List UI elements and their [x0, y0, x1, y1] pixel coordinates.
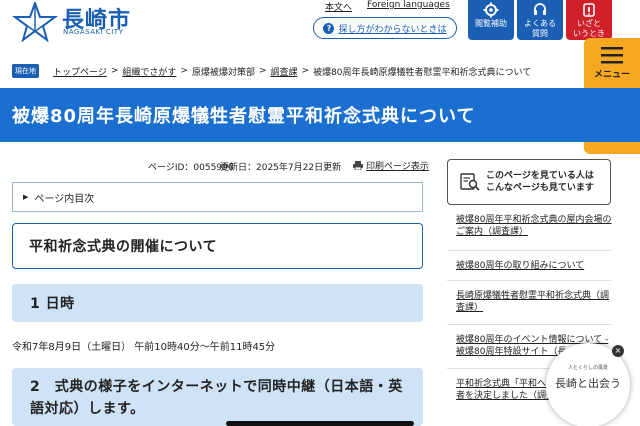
- breadcrumb-separator: >: [258, 66, 267, 76]
- divider: [447, 250, 611, 251]
- banner-big-text: 長崎と出会う: [555, 377, 621, 390]
- breadcrumb: 現在地 トップページ > 組織でさがす > 原爆被爆対策部 > 調査課 > 被爆…: [12, 64, 582, 78]
- menu-tab[interactable]: メニュー: [584, 38, 640, 94]
- print-link[interactable]: 印刷ページ表示: [353, 159, 429, 172]
- divider: [447, 324, 611, 325]
- event-date-text: 令和7年8月9日（土曜日） 午前10時40分～午前11時45分: [12, 342, 276, 353]
- nagasaki-logo-icon[interactable]: [12, 2, 58, 42]
- accessibility-button[interactable]: 閲覧補助: [468, 0, 514, 40]
- emergency-label: いざと いうとき: [573, 19, 605, 38]
- breadcrumb-top[interactable]: トップページ: [53, 65, 107, 78]
- hamburger-icon: [601, 47, 623, 64]
- triangle-right-icon: ▶: [23, 193, 29, 201]
- emergency-button[interactable]: いざと いうとき: [566, 0, 612, 40]
- site-name-en: NAGASAKI CITY: [63, 28, 124, 36]
- related-heading-text: このページを見ている人は こんなページも見ています: [486, 171, 594, 193]
- menu-label: メニュー: [593, 70, 630, 80]
- banner-small-text: 人とくらしの風景: [568, 365, 608, 371]
- headset-icon: [534, 3, 546, 15]
- question-icon: ?: [323, 22, 335, 34]
- related-link[interactable]: 被爆80周年平和祈念式典の屋内会場のご案内（調査課）: [456, 214, 616, 238]
- divider: [447, 280, 611, 281]
- breadcrumb-separator: >: [301, 66, 310, 76]
- accessibility-label: 閲覧補助: [475, 19, 507, 28]
- alert-icon: [583, 3, 595, 17]
- search-help-label: 探し方がわからないときは: [338, 24, 447, 35]
- printer-icon: [353, 161, 363, 170]
- page-toc-toggle[interactable]: ▶ ページ内目次: [12, 182, 423, 212]
- site-header: 長崎市 NAGASAKI CITY 本文へ Foreign languages …: [0, 0, 640, 52]
- section-heading: 平和祈念式典の開催について: [12, 223, 423, 269]
- breadcrumb-separator: >: [110, 66, 119, 76]
- breadcrumb-badge: 現在地: [12, 64, 39, 78]
- related-link[interactable]: 被爆80周年の取り組みについて: [456, 260, 616, 272]
- breadcrumb-current: 被爆80周年長崎原爆犠牲者慰霊平和祈念式典について: [313, 67, 532, 78]
- close-icon[interactable]: ×: [612, 345, 624, 357]
- updated-date: 更新日：2025年7月22日更新: [220, 163, 342, 173]
- breadcrumb-separator: >: [180, 66, 188, 76]
- home-indicator[interactable]: [226, 421, 414, 426]
- search-help-button[interactable]: ? 探し方がわからないときは: [313, 17, 457, 39]
- breadcrumb-department: 原爆被爆対策部: [191, 67, 255, 78]
- page-title: 被爆80周年長崎原爆犠牲者慰霊平和祈念式典について: [12, 106, 476, 127]
- document-search-icon: [460, 173, 480, 191]
- skip-to-content-link[interactable]: 本文へ: [325, 0, 352, 13]
- breadcrumb-section[interactable]: 調査課: [271, 65, 298, 78]
- print-label: 印刷ページ表示: [366, 162, 429, 172]
- related-pages-heading: このページを見ている人は こんなページも見ています: [447, 159, 611, 205]
- subsection-heading-date: 1 日時: [12, 284, 423, 322]
- toc-label: ページ内目次: [34, 193, 95, 205]
- gear-icon: [483, 2, 499, 18]
- foreign-languages-link[interactable]: Foreign languages: [367, 0, 450, 10]
- subsection-heading-stream: 2 式典の様子をインターネットで同時中継（日本語・英語対応）します。: [12, 368, 423, 426]
- faq-label: よくある 質問: [524, 19, 556, 38]
- related-link[interactable]: 長崎原爆犠牲者慰霊平和祈念式典（調査課）: [456, 290, 616, 314]
- breadcrumb-organization[interactable]: 組織でさがす: [122, 65, 176, 78]
- faq-button[interactable]: よくある 質問: [517, 0, 563, 40]
